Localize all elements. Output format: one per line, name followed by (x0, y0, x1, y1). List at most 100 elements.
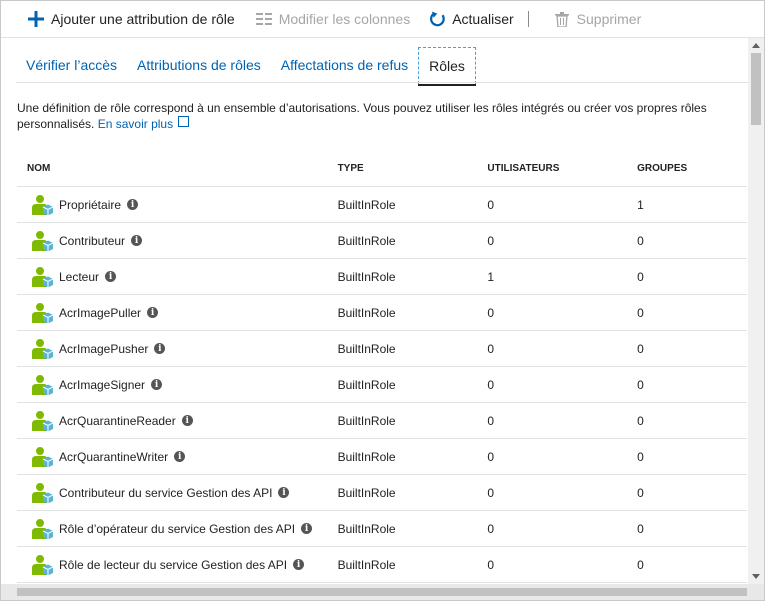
role-icon (31, 518, 54, 540)
learn-more-label: En savoir plus (97, 117, 174, 131)
table-row[interactable]: AcrQuarantineReader i BuiltInRole 0 0 (17, 403, 747, 439)
info-icon[interactable]: i (301, 523, 313, 534)
add-role-assignment-label: Ajouter une attribution de rôle (51, 11, 235, 27)
column-header-groups[interactable]: GROUPES (637, 163, 747, 174)
role-icon (31, 482, 54, 504)
scroll-down-arrow-icon[interactable] (752, 574, 760, 579)
info-icon[interactable]: i (147, 307, 159, 318)
table-header: NOM TYPE UTILISATEURS GROUPES (17, 151, 747, 187)
table-row[interactable]: Rôle de lecteur du service Gestion des A… (17, 547, 747, 583)
role-name-cell[interactable]: AcrQuarantineReader i (17, 410, 338, 432)
table-row[interactable]: Rôle d’opérateur du service Gestion des … (17, 511, 747, 547)
column-header-type[interactable]: TYPE (338, 163, 488, 174)
role-name-cell[interactable]: AcrImageSigner i (17, 374, 338, 396)
role-users-count: 1 (487, 269, 495, 284)
refresh-label: Actualiser (452, 11, 514, 27)
role-name[interactable]: Rôle d’opérateur du service Gestion des … (59, 522, 295, 536)
table-row[interactable]: AcrImagePuller i BuiltInRole 0 0 (17, 295, 747, 331)
role-groups-count: 0 (637, 449, 644, 464)
roles-panel: Ajouter une attribution de rôle Modifier… (0, 0, 765, 601)
delete-button[interactable]: Supprimer (553, 1, 652, 37)
info-icon[interactable]: i (174, 451, 186, 462)
role-name[interactable]: AcrImagePuller (59, 306, 141, 320)
role-name[interactable]: Contributeur (59, 234, 125, 248)
info-icon[interactable]: i (154, 343, 166, 354)
role-type: BuiltInRole (337, 305, 396, 320)
role-type: BuiltInRole (337, 521, 396, 536)
toolbar-divider (527, 11, 529, 27)
horizontal-scrollbar[interactable] (1, 584, 764, 600)
info-icon[interactable]: i (127, 199, 139, 210)
role-name-cell[interactable]: AcrImagePuller i (17, 302, 338, 324)
tab-bar: Vérifier l’accès Attributions de rôles A… (16, 47, 476, 86)
refresh-button[interactable]: Actualiser (428, 1, 523, 37)
info-icon[interactable]: i (131, 235, 143, 246)
table-row[interactable]: AcrImageSigner i BuiltInRole 0 0 (17, 367, 747, 403)
info-icon[interactable]: i (278, 487, 290, 498)
role-groups-count: 0 (637, 341, 644, 356)
info-icon[interactable]: i (293, 559, 305, 570)
column-header-users[interactable]: UTILISATEURS (487, 163, 637, 174)
table-row[interactable]: AcrImagePusher i BuiltInRole 0 0 (17, 331, 747, 367)
role-name-cell[interactable]: Contributeur du service Gestion des API i (17, 482, 338, 504)
vertical-scrollbar[interactable] (748, 38, 764, 584)
scroll-up-arrow-icon[interactable] (752, 43, 760, 48)
table-row[interactable]: Contributeur du service Gestion des API i… (17, 475, 747, 511)
role-name[interactable]: AcrImageSigner (59, 378, 145, 392)
role-type: BuiltInRole (337, 557, 396, 572)
horizontal-scroll-thumb[interactable] (17, 588, 747, 596)
column-header-name[interactable]: NOM (17, 163, 338, 174)
role-groups-count: 0 (637, 485, 644, 500)
role-name[interactable]: Rôle de lecteur du service Gestion des A… (59, 558, 287, 572)
role-icon (31, 194, 54, 216)
role-groups-count: 0 (637, 557, 644, 572)
role-icon (31, 338, 54, 360)
role-groups-count: 0 (637, 305, 644, 320)
role-icon (31, 374, 54, 396)
tab-roles[interactable]: Rôles (418, 47, 476, 86)
role-name[interactable]: AcrQuarantineReader (59, 414, 176, 428)
role-name-cell[interactable]: AcrImagePusher i (17, 338, 338, 360)
role-name[interactable]: AcrQuarantineWriter (59, 450, 168, 464)
plus-icon (27, 10, 45, 28)
role-type: BuiltInRole (337, 269, 396, 284)
role-name-cell[interactable]: Contributeur i (17, 230, 338, 252)
vertical-scroll-thumb[interactable] (751, 53, 761, 125)
role-users-count: 0 (487, 197, 495, 212)
tabs-divider (16, 82, 748, 83)
tab-check-access[interactable]: Vérifier l’accès (16, 47, 127, 83)
role-name[interactable]: Lecteur (59, 270, 99, 284)
role-name[interactable]: Propriétaire (59, 198, 121, 212)
role-groups-count: 0 (637, 413, 644, 428)
role-name-cell[interactable]: Rôle de lecteur du service Gestion des A… (17, 554, 338, 576)
table-row[interactable]: Contributeur i BuiltInRole 0 0 (17, 223, 747, 259)
delete-label: Supprimer (576, 11, 642, 27)
role-type: BuiltInRole (337, 485, 396, 500)
refresh-icon (428, 10, 446, 28)
role-users-count: 0 (487, 449, 495, 464)
role-users-count: 0 (487, 305, 495, 320)
role-name-cell[interactable]: Rôle d’opérateur du service Gestion des … (17, 518, 338, 540)
role-name-cell[interactable]: Propriétaire i (17, 194, 338, 216)
role-name-cell[interactable]: Lecteur i (17, 266, 338, 288)
tab-deny-assignments[interactable]: Affectations de refus (271, 47, 418, 83)
tab-role-assignments[interactable]: Attributions de rôles (127, 47, 271, 83)
learn-more-link[interactable]: En savoir plus (97, 116, 190, 131)
info-icon[interactable]: i (181, 415, 193, 426)
edit-columns-button[interactable]: Modifier les colonnes (255, 1, 421, 37)
command-bar: Ajouter une attribution de rôle Modifier… (1, 1, 764, 38)
role-groups-count: 0 (637, 377, 644, 392)
info-icon[interactable]: i (105, 271, 117, 282)
info-icon[interactable]: i (151, 379, 163, 390)
role-icon (31, 302, 54, 324)
role-name[interactable]: AcrImagePusher (59, 342, 148, 356)
role-users-count: 0 (487, 341, 495, 356)
columns-icon (255, 10, 273, 28)
add-role-assignment-button[interactable]: Ajouter une attribution de rôle (1, 1, 245, 37)
table-row[interactable]: Propriétaire i BuiltInRole 0 1 (17, 187, 747, 223)
role-type: BuiltInRole (337, 233, 396, 248)
table-row[interactable]: AcrQuarantineWriter i BuiltInRole 0 0 (17, 439, 747, 475)
role-name[interactable]: Contributeur du service Gestion des API (59, 486, 272, 500)
table-row[interactable]: Lecteur i BuiltInRole 1 0 (17, 259, 747, 295)
role-name-cell[interactable]: AcrQuarantineWriter i (17, 446, 338, 468)
